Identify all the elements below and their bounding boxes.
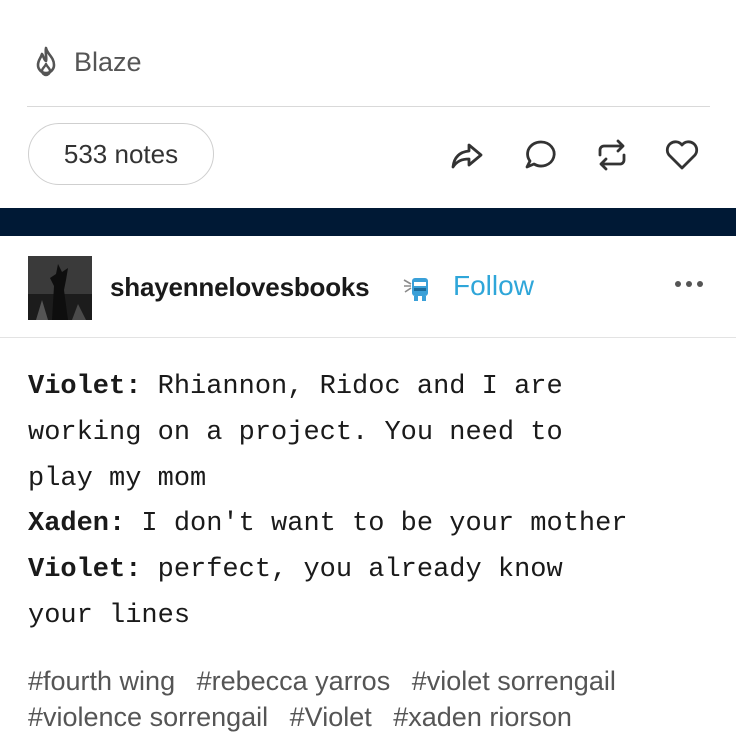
post-line: working on a project. You need to <box>28 411 728 457</box>
speaker: Violet: <box>28 372 142 402</box>
divider <box>0 337 736 338</box>
tag-link[interactable]: #rebecca yarros <box>197 666 391 696</box>
share-button[interactable] <box>447 135 487 175</box>
post-body: Violet: Rhiannon, Ridoc and I are workin… <box>28 365 728 640</box>
post-header: shayennelovesbooks Follow <box>0 236 736 336</box>
tag-list: #fourth wing #rebecca yarros #violet sor… <box>28 663 728 735</box>
post-line: Xaden: I don't want to be your mother <box>28 502 728 548</box>
tag-link[interactable]: #fourth wing <box>28 666 175 696</box>
flame-icon <box>36 46 56 77</box>
line-text: Rhiannon, Ridoc and I are <box>141 372 563 402</box>
share-icon <box>451 143 483 169</box>
follow-button[interactable]: Follow <box>453 270 534 302</box>
post-line: play my mom <box>28 457 728 503</box>
speaker: Violet: <box>28 555 142 586</box>
like-button[interactable] <box>662 135 702 175</box>
blaze-label: Blaze <box>74 46 142 77</box>
dot <box>697 281 703 287</box>
post-line: your lines <box>28 594 728 640</box>
speaker: Xaden: <box>28 509 126 540</box>
reblog-button[interactable] <box>592 135 632 175</box>
post-line: Violet: perfect, you already know <box>28 548 728 594</box>
reblog-icon <box>598 139 626 171</box>
reply-button[interactable] <box>521 135 561 175</box>
post-separator-band <box>0 208 736 236</box>
tag-link[interactable]: #Violet <box>290 702 372 732</box>
line-text: perfect, you already know <box>141 555 563 586</box>
avatar[interactable] <box>28 256 92 320</box>
notes-button[interactable]: 533 notes <box>28 123 214 185</box>
dot <box>686 281 692 287</box>
dot <box>675 281 681 287</box>
line-text: play my mom <box>28 463 207 494</box>
blue-badge-icon <box>403 278 428 301</box>
username[interactable]: shayennelovesbooks <box>110 272 370 303</box>
tag-link[interactable]: #xaden riorson <box>393 702 572 732</box>
heart-icon <box>665 140 699 170</box>
divider <box>27 106 710 107</box>
line-text: working on a project. You need to <box>28 417 563 448</box>
blaze-button[interactable]: Blaze <box>30 40 142 84</box>
reply-icon <box>525 140 556 169</box>
line-text: I don't want to be your mother <box>125 509 628 540</box>
tag-link[interactable]: #violet sorrengail <box>412 666 616 696</box>
tag-link[interactable]: #violence sorrengail <box>28 702 268 732</box>
post-line: Violet: Rhiannon, Ridoc and I are <box>28 365 728 411</box>
avatar-image <box>28 256 92 320</box>
more-options-icon[interactable] <box>675 274 715 294</box>
line-text: your lines <box>28 600 191 631</box>
